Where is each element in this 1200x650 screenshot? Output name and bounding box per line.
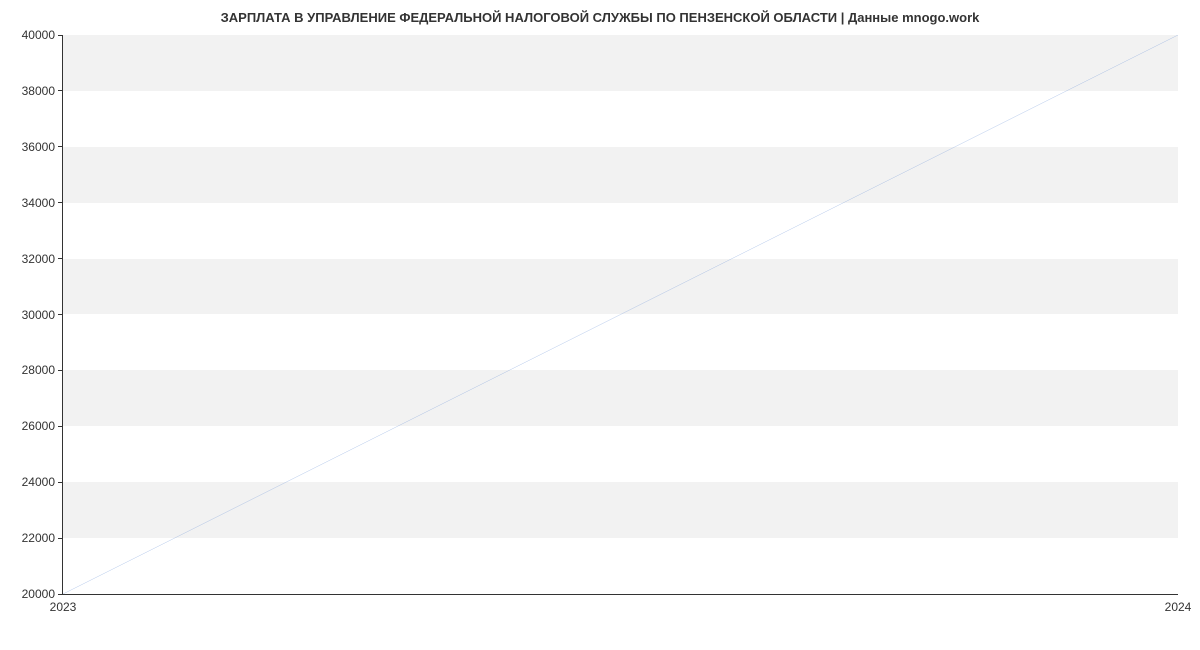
grid-band [63,315,1178,371]
grid-band [63,147,1178,203]
y-tick [58,35,63,36]
grid-band [63,91,1178,147]
grid-band [63,203,1178,259]
y-tick [58,482,63,483]
x-axis-label: 2023 [50,600,77,614]
y-axis-label: 36000 [22,140,55,154]
grid-band [63,35,1178,91]
y-tick [58,538,63,539]
y-axis-label: 38000 [22,84,55,98]
y-tick [58,426,63,427]
y-axis-label: 32000 [22,252,55,266]
y-tick [58,370,63,371]
y-axis-label: 28000 [22,363,55,377]
y-axis-label: 26000 [22,419,55,433]
x-axis-label: 2024 [1165,600,1192,614]
y-axis-label: 22000 [22,531,55,545]
grid-band [63,482,1178,538]
grid-band [63,370,1178,426]
y-axis-label: 20000 [22,587,55,601]
y-tick [58,258,63,259]
y-tick [58,202,63,203]
y-tick [58,90,63,91]
grid-band [63,426,1178,482]
grid-band [63,259,1178,315]
chart-plot-area: 2000022000240002600028000300003200034000… [62,35,1178,595]
y-axis-label: 40000 [22,28,55,42]
grid-band [63,538,1178,594]
y-tick [58,146,63,147]
y-axis-label: 30000 [22,308,55,322]
y-tick [58,594,63,595]
chart-title: ЗАРПЛАТА В УПРАВЛЕНИЕ ФЕДЕРАЛЬНОЙ НАЛОГО… [0,0,1200,30]
y-axis-label: 34000 [22,196,55,210]
y-axis-label: 24000 [22,475,55,489]
y-tick [58,314,63,315]
